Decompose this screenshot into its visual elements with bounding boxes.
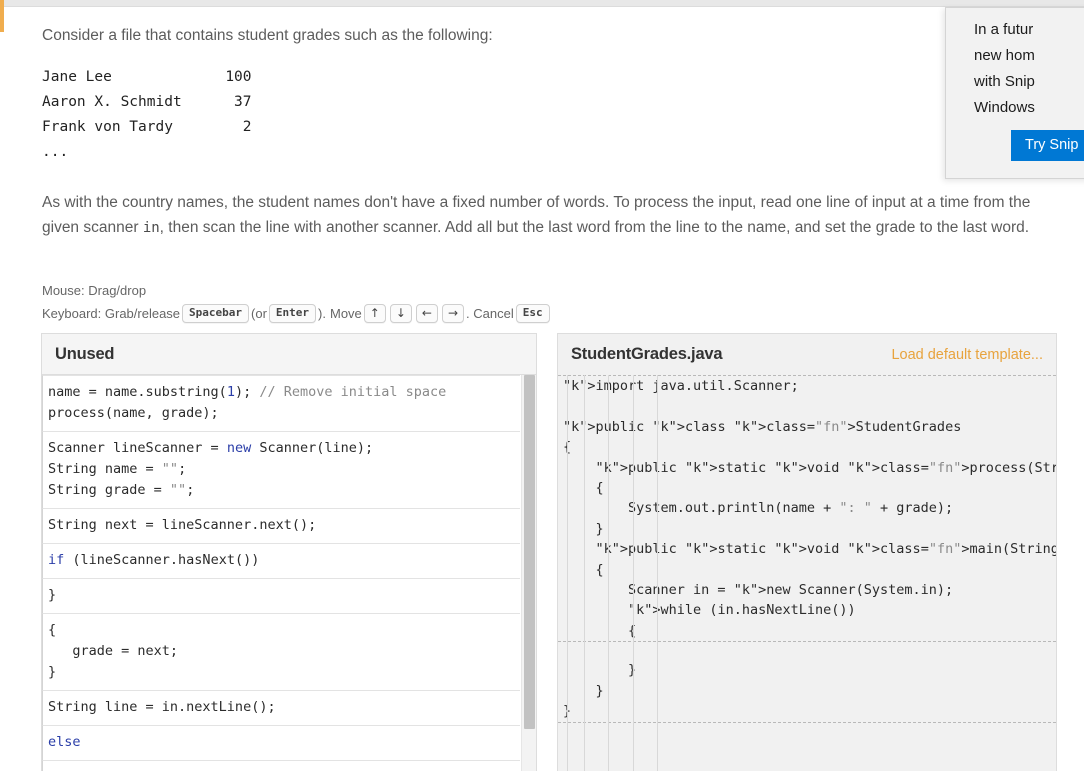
unused-tile-list[interactable]: name = name.substring(1); // Remove init…: [42, 375, 536, 771]
keyboard-hint: Keyboard: Grab/release Spacebar (or Ente…: [42, 304, 742, 323]
unused-tile-code: { grade = next; }: [48, 622, 179, 680]
unused-tile-code: String line = in.nextLine();: [48, 699, 276, 715]
load-default-template-link[interactable]: Load default template...: [891, 347, 1043, 363]
browser-top-strip: [0, 0, 1084, 7]
instruction-paragraph: As with the country names, the student n…: [42, 190, 1060, 241]
unused-tile-code: name = name.substring(1); // Remove init…: [48, 384, 447, 421]
unused-scrollbar-thumb[interactable]: [524, 375, 535, 729]
unused-scrollbar[interactable]: [521, 375, 536, 771]
indent-guide-4: [633, 375, 634, 771]
indent-guide-1: [567, 375, 568, 771]
indent-guide-2: [584, 375, 585, 771]
file-name-title: StudentGrades.java: [571, 345, 723, 363]
unused-panel-header: Unused: [42, 334, 536, 375]
key-arrow-down: ↓: [389, 304, 412, 323]
key-arrow-right: →: [441, 304, 465, 323]
key-enter: Enter: [268, 304, 317, 323]
sample-file-listing: Jane Lee 100 Aaron X. Schmidt 37 Frank v…: [42, 69, 252, 160]
move-label: Move: [329, 306, 362, 321]
file-panel-header: StudentGrades.java Load default template…: [558, 334, 1056, 375]
key-spacebar: Spacebar: [182, 304, 250, 323]
page-content: Consider a file that contains student gr…: [0, 7, 1084, 771]
mouse-hint: Mouse: Drag/drop: [42, 283, 147, 298]
unused-tile[interactable]: else: [42, 725, 520, 761]
snipping-tool-toast-text: In a futur new hom with Snip Windows: [974, 21, 1035, 116]
or-open-paren: (or: [251, 306, 267, 321]
intro-text: Consider a file that contains student gr…: [42, 27, 493, 44]
key-arrow-left: ←: [415, 304, 438, 323]
paragraph-part-2: , then scan the line with another scanne…: [159, 219, 1030, 236]
drag-drop-hints: Mouse: Drag/drop Keyboard: Grab/release …: [42, 281, 742, 323]
try-snipping-tool-button[interactable]: Try Snip: [1011, 130, 1084, 161]
unused-tile[interactable]: String line = in.nextLine();: [42, 690, 520, 726]
page-root: Consider a file that contains student gr…: [0, 0, 1084, 771]
unused-tile[interactable]: if (lineScanner.hasNext()): [42, 543, 520, 579]
indent-guide-5: [657, 375, 658, 771]
unused-panel-title: Unused: [55, 344, 115, 363]
unused-tile-code: }: [48, 587, 57, 603]
unused-tile[interactable]: while (lineScanner.hasNext()) {: [42, 760, 520, 771]
cancel-label: . Cancel: [466, 306, 514, 321]
unused-tile[interactable]: name = name.substring(1); // Remove init…: [42, 375, 520, 432]
unused-tile-code: if (lineScanner.hasNext()): [48, 552, 260, 568]
key-arrow-up: ↑: [363, 304, 386, 323]
unused-panel: Unused name = name.substring(1); // Remo…: [41, 333, 537, 771]
unused-tile-code: while (lineScanner.hasNext()) {: [48, 767, 510, 771]
unused-tile[interactable]: Scanner lineScanner = new Scanner(line);…: [42, 431, 520, 509]
unused-tile[interactable]: String next = lineScanner.next();: [42, 508, 520, 544]
unused-tile-code: Scanner lineScanner = new Scanner(line);…: [48, 440, 374, 498]
code-editor[interactable]: "k">import java.util.Scanner; "k">public…: [558, 375, 1056, 771]
or-close-paren: ).: [318, 306, 326, 321]
keyboard-hint-prefix: Keyboard: Grab/release: [42, 306, 181, 321]
unused-tile-code: else: [48, 734, 81, 750]
snipping-tool-toast: In a futur new hom with Snip Windows Try…: [945, 7, 1084, 179]
unused-tile[interactable]: }: [42, 578, 520, 614]
key-esc: Esc: [515, 304, 550, 323]
unused-tile-code: String next = lineScanner.next();: [48, 517, 317, 533]
file-panel: StudentGrades.java Load default template…: [557, 333, 1057, 771]
unused-tile[interactable]: { grade = next; }: [42, 613, 520, 691]
indent-guide-3: [608, 375, 609, 771]
inline-code-in: in: [142, 220, 160, 236]
